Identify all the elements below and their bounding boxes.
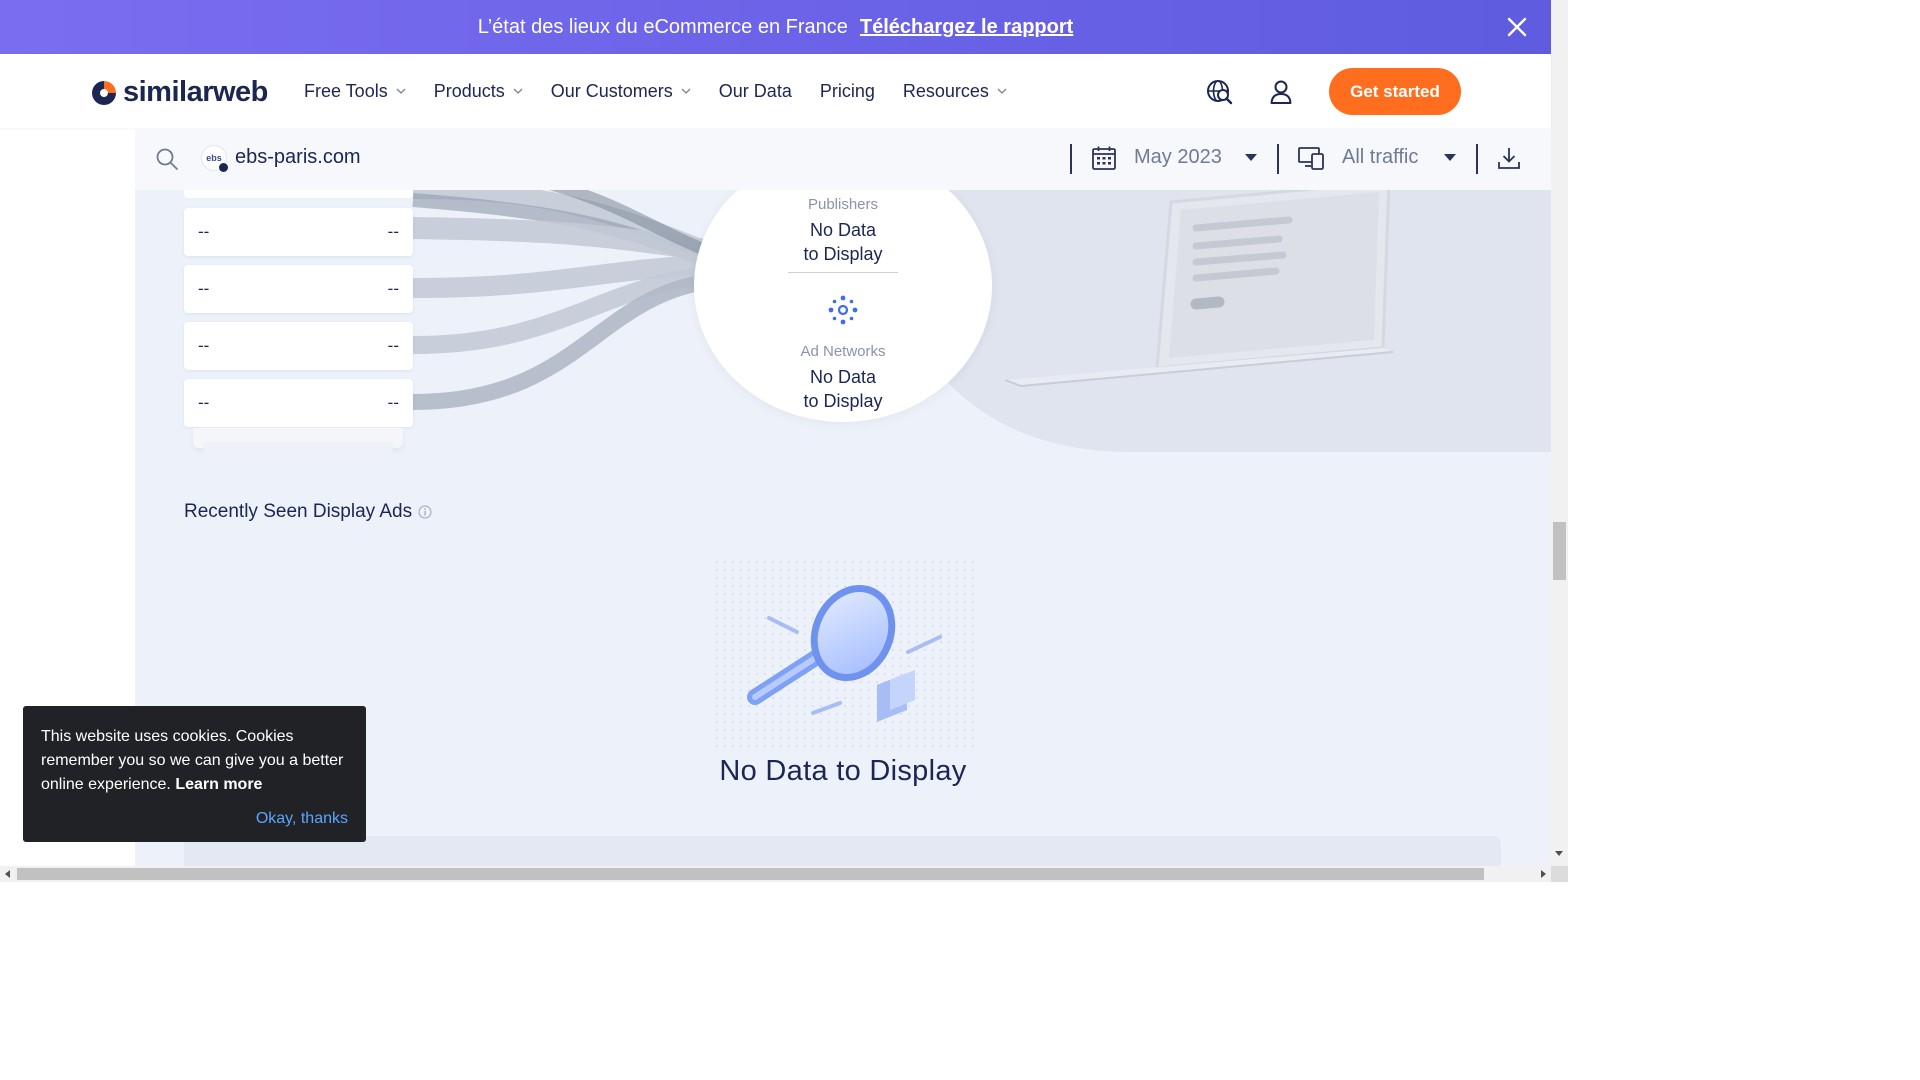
- ad-networks-label: Ad Networks: [800, 343, 886, 360]
- list-item-partial: [184, 190, 413, 198]
- promo-download-link[interactable]: Téléchargez le rapport: [860, 16, 1073, 39]
- nav-products[interactable]: Products: [434, 81, 523, 102]
- cookie-message: This website uses cookies. Cookies remem…: [41, 725, 356, 797]
- row-label: --: [198, 222, 210, 241]
- nav-our-customers[interactable]: Our Customers: [551, 81, 691, 102]
- nav-label: Products: [433, 80, 505, 101]
- list-item: -- --: [184, 322, 413, 370]
- list-item: -- --: [184, 208, 413, 256]
- laptop-illustration: [1004, 190, 1394, 388]
- chevron-down-icon: [513, 88, 523, 94]
- nav-label: Resources: [902, 80, 989, 101]
- caret-down-icon[interactable]: [1245, 154, 1257, 161]
- traffic-sources-circle: Publishers No Data to Display Ad Network…: [694, 190, 992, 422]
- nav-label: Pricing: [819, 80, 875, 101]
- nav-items: Free Tools Products Our Customers Our Da…: [304, 54, 1035, 128]
- domain-input[interactable]: ebs-paris.com: [235, 146, 361, 169]
- scrollbar-thumb[interactable]: [17, 868, 1484, 880]
- nav-label: Our Customers: [550, 80, 673, 101]
- recent-ads-title: Recently Seen Display Ads: [184, 501, 413, 522]
- publishers-value: No Data to Display: [694, 218, 992, 266]
- nav-resources[interactable]: Resources: [903, 81, 1007, 102]
- row-label: --: [198, 336, 210, 355]
- divider: [788, 272, 898, 273]
- row-value: --: [387, 336, 399, 355]
- nav-free-tools[interactable]: Free Tools: [304, 81, 406, 102]
- download-icon[interactable]: [1497, 145, 1521, 171]
- date-picker[interactable]: May 2023: [1134, 146, 1222, 169]
- scroll-down-arrow-icon[interactable]: [1555, 851, 1563, 856]
- vertical-scrollbar[interactable]: [1551, 0, 1568, 866]
- nav-our-data[interactable]: Our Data: [719, 81, 792, 102]
- similarweb-logo-icon: [92, 80, 116, 105]
- user-icon[interactable]: [1267, 78, 1295, 106]
- caret-down-icon[interactable]: [1444, 154, 1456, 161]
- ad-networks-value-line: to Display: [803, 391, 883, 411]
- get-started-button[interactable]: Get started: [1329, 68, 1461, 115]
- cookie-banner: This website uses cookies. Cookies remem…: [23, 706, 366, 842]
- separator: [1476, 144, 1478, 174]
- favicon-dot: [219, 163, 228, 172]
- traffic-filter[interactable]: All traffic: [1342, 146, 1418, 169]
- scrollbar-thumb[interactable]: [1553, 522, 1566, 580]
- publishers-value-line: No Data: [809, 220, 877, 240]
- section-title: Recently Seen Display Ads: [184, 501, 432, 523]
- list-item: -- --: [184, 379, 413, 427]
- horizontal-scrollbar[interactable]: [0, 866, 1551, 882]
- promo-banner: L’état des lieux du eCommerce en France …: [0, 0, 1551, 54]
- separator: [1070, 144, 1072, 174]
- ad-networks-value-line: No Data: [809, 367, 877, 387]
- logo-wordmark: similarweb: [123, 76, 268, 108]
- ad-networks-icon: [828, 295, 858, 325]
- publishers-value-line: to Display: [803, 244, 883, 264]
- site-favicon: ebs: [201, 145, 228, 172]
- devices-icon: [1298, 147, 1324, 170]
- row-value: --: [387, 393, 399, 412]
- main-nav: similarweb Free Tools Products Our Custo…: [0, 54, 1551, 128]
- calendar-icon: [1092, 146, 1116, 170]
- ad-networks-value: No Data to Display: [694, 365, 992, 413]
- list-item: -- --: [184, 265, 413, 313]
- chevron-down-icon: [997, 88, 1007, 94]
- nav-label: Our Data: [718, 80, 792, 101]
- chevron-down-icon: [396, 88, 406, 94]
- nav-label: Free Tools: [304, 80, 388, 101]
- nav-right: Get started: [1205, 68, 1461, 115]
- row-value: --: [387, 279, 399, 298]
- logo[interactable]: similarweb: [90, 76, 268, 109]
- close-icon[interactable]: [1505, 15, 1529, 39]
- promo-message: L’état des lieux du eCommerce en France: [477, 15, 848, 38]
- scrollbar-corner: [1551, 866, 1568, 882]
- favicon-text: ebs: [206, 153, 222, 163]
- site-search-bar: ebs ebs-paris.com May 2023 All traffic: [135, 128, 1551, 190]
- accept-cookies-button[interactable]: Okay, thanks: [256, 810, 348, 828]
- learn-more-link[interactable]: Learn more: [175, 776, 262, 793]
- scroll-left-arrow-icon[interactable]: [5, 870, 10, 878]
- chevron-down-icon: [681, 88, 691, 94]
- search-icon[interactable]: [155, 147, 179, 171]
- magnifier-illustration: [715, 560, 975, 750]
- scroll-right-arrow-icon[interactable]: [1541, 870, 1546, 878]
- row-value: --: [387, 222, 399, 241]
- next-section-card: [184, 836, 1501, 866]
- info-icon[interactable]: [418, 505, 432, 519]
- row-label: --: [198, 279, 210, 298]
- nav-pricing[interactable]: Pricing: [820, 81, 875, 102]
- separator: [1277, 144, 1279, 174]
- card-stack-shadow: [203, 442, 393, 454]
- globe-search-icon[interactable]: [1205, 78, 1233, 106]
- publishers-label: Publishers: [807, 196, 879, 213]
- row-label: --: [198, 393, 210, 412]
